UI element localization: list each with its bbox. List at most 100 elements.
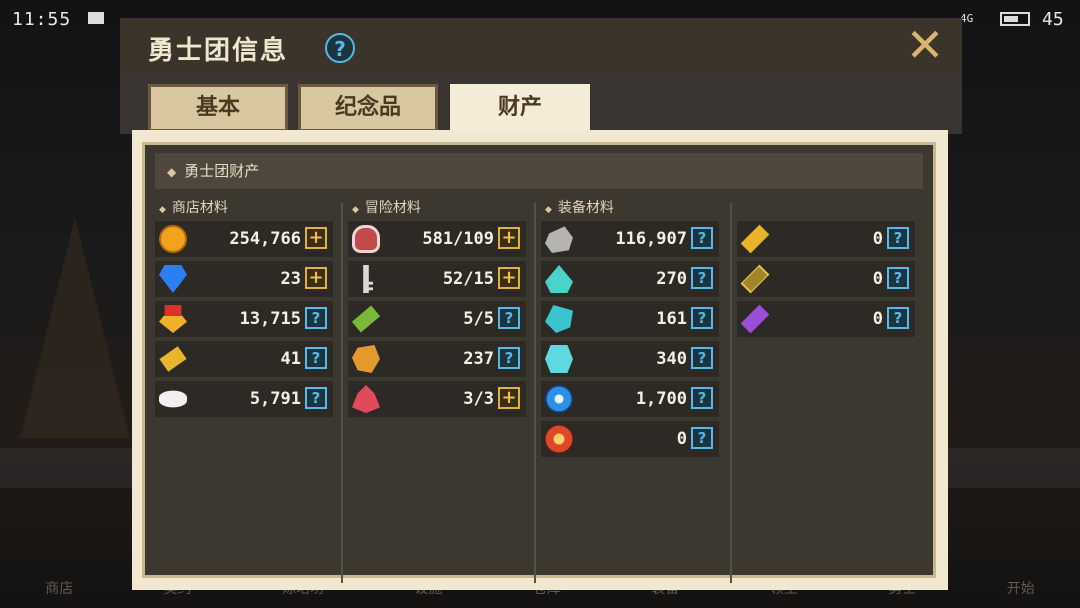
help-button[interactable]: ?	[305, 387, 327, 409]
help-button[interactable]: ?	[691, 347, 713, 369]
resource-value: 5,791	[249, 389, 301, 409]
column-shop-materials: ◆ 商店材料 254,766 + 23 + 13,715? 41? 5,791?	[155, 195, 333, 421]
battery-percent: 45	[1042, 9, 1064, 30]
diamond-bullet-icon: ◆	[159, 205, 166, 215]
medal-icon	[159, 305, 187, 333]
resource-row: 0?	[541, 421, 719, 457]
iron-stone-icon	[545, 226, 573, 253]
gold-coin-icon	[159, 225, 187, 253]
help-button[interactable]: ?	[887, 307, 909, 329]
resource-value: 3/3	[463, 389, 494, 409]
diamond-bullet-icon: ◆	[167, 165, 177, 179]
help-button[interactable]: ?	[498, 307, 520, 329]
help-button[interactable]: ?	[887, 227, 909, 249]
help-button[interactable]: ?	[691, 307, 713, 329]
gold-ticket-large-icon	[740, 224, 770, 254]
add-button[interactable]: +	[498, 387, 520, 409]
meat-icon	[352, 225, 380, 253]
resource-row: 1,700?	[541, 381, 719, 417]
column-adventure-materials: ◆ 冒险材料 581/109 + 52/15 + 5/5? 237? 3/3 +	[348, 195, 526, 421]
blue-orb-icon	[545, 385, 573, 413]
resource-row: 52/15 +	[348, 261, 526, 297]
help-button[interactable]: ?	[887, 267, 909, 289]
orange-ore-icon	[352, 345, 380, 373]
help-button[interactable]: ?	[305, 307, 327, 329]
resource-value: 340	[656, 349, 687, 369]
resource-row: 13,715?	[155, 301, 333, 337]
column-divider	[534, 203, 536, 583]
cyan-block-icon	[545, 345, 573, 373]
resource-row: 237?	[348, 341, 526, 377]
gold-ticket-icon	[159, 346, 187, 372]
add-button[interactable]: +	[498, 227, 520, 249]
help-button[interactable]: ?	[691, 267, 713, 289]
resource-row: 116,907?	[541, 221, 719, 257]
fire-orb-icon	[545, 425, 573, 453]
resource-value: 254,766	[229, 229, 301, 249]
aqua-shard-icon	[545, 265, 573, 293]
help-icon[interactable]: ?	[325, 33, 355, 63]
add-button[interactable]: +	[305, 267, 327, 289]
column-divider	[341, 203, 343, 583]
tab-basic[interactable]: 基本	[148, 84, 288, 132]
blue-gem-icon	[159, 265, 187, 293]
dark-ticket-icon	[740, 264, 770, 294]
resource-value: 270	[656, 269, 687, 289]
column-divider	[730, 203, 732, 583]
battery-icon	[1000, 12, 1030, 26]
green-scroll-icon	[351, 305, 381, 333]
dialog-title: 勇士团信息	[148, 36, 289, 66]
resource-row: 270?	[541, 261, 719, 297]
resource-value: 0	[872, 269, 883, 289]
column-tickets: 0? 0? 0?	[737, 195, 915, 341]
dialog-titlebar: 勇士团信息 ? ✕	[120, 18, 962, 76]
nav-item-shop[interactable]: 商店	[45, 578, 73, 598]
red-crystal-icon	[352, 385, 380, 413]
help-button[interactable]: ?	[691, 227, 713, 249]
resource-value: 41	[280, 349, 301, 369]
assets-panel: ◆ 勇士团财产 ◆ 商店材料 254,766 + 23 + 13,715? 41? 5,…	[142, 142, 936, 583]
resource-value: 0	[872, 309, 883, 329]
help-button[interactable]: ?	[691, 427, 713, 449]
tab-assets[interactable]: 财产	[450, 84, 590, 136]
resource-value: 23	[280, 269, 301, 289]
help-button[interactable]: ?	[691, 387, 713, 409]
close-button[interactable]: ✕	[905, 22, 945, 68]
resource-row: 5,791?	[155, 381, 333, 417]
help-button[interactable]: ?	[498, 347, 520, 369]
status-time: 11:55	[12, 9, 72, 30]
fish-bone-icon	[159, 390, 187, 408]
nav-item-start[interactable]: 开始	[1007, 578, 1035, 598]
resource-value: 237	[463, 349, 494, 369]
add-button[interactable]: +	[498, 267, 520, 289]
resource-row: 5/5?	[348, 301, 526, 337]
column-title-text: 冒险材料	[364, 200, 421, 216]
resource-row: 41?	[155, 341, 333, 377]
column-title: ◆ 冒险材料	[348, 195, 526, 221]
resource-value: 13,715	[239, 309, 301, 329]
resource-row: 23 +	[155, 261, 333, 297]
column-title-text: 装备材料	[557, 200, 614, 216]
resource-value: 161	[656, 309, 687, 329]
resource-value: 581/109	[422, 229, 494, 249]
resource-value: 0	[872, 229, 883, 249]
resource-row: 581/109 +	[348, 221, 526, 257]
diamond-bullet-icon: ◆	[545, 205, 552, 215]
column-equipment-materials: ◆ 装备材料 116,907? 270? 161? 340? 1,700? 0?	[541, 195, 719, 461]
resource-value: 0	[676, 429, 687, 449]
key-icon	[363, 265, 373, 293]
resource-value: 5/5	[463, 309, 494, 329]
diamond-bullet-icon: ◆	[352, 205, 359, 215]
resource-row: 161?	[541, 301, 719, 337]
section-header: ◆ 勇士团财产	[155, 153, 923, 189]
resource-value: 1,700	[635, 389, 687, 409]
message-icon	[88, 12, 104, 24]
tab-souvenirs[interactable]: 纪念品	[298, 84, 438, 132]
purple-ticket-icon	[740, 304, 770, 334]
resource-row: 340?	[541, 341, 719, 377]
add-button[interactable]: +	[305, 227, 327, 249]
resource-value: 52/15	[442, 269, 494, 289]
resource-row: 0?	[737, 261, 915, 297]
help-button[interactable]: ?	[305, 347, 327, 369]
resource-row: 0?	[737, 221, 915, 257]
